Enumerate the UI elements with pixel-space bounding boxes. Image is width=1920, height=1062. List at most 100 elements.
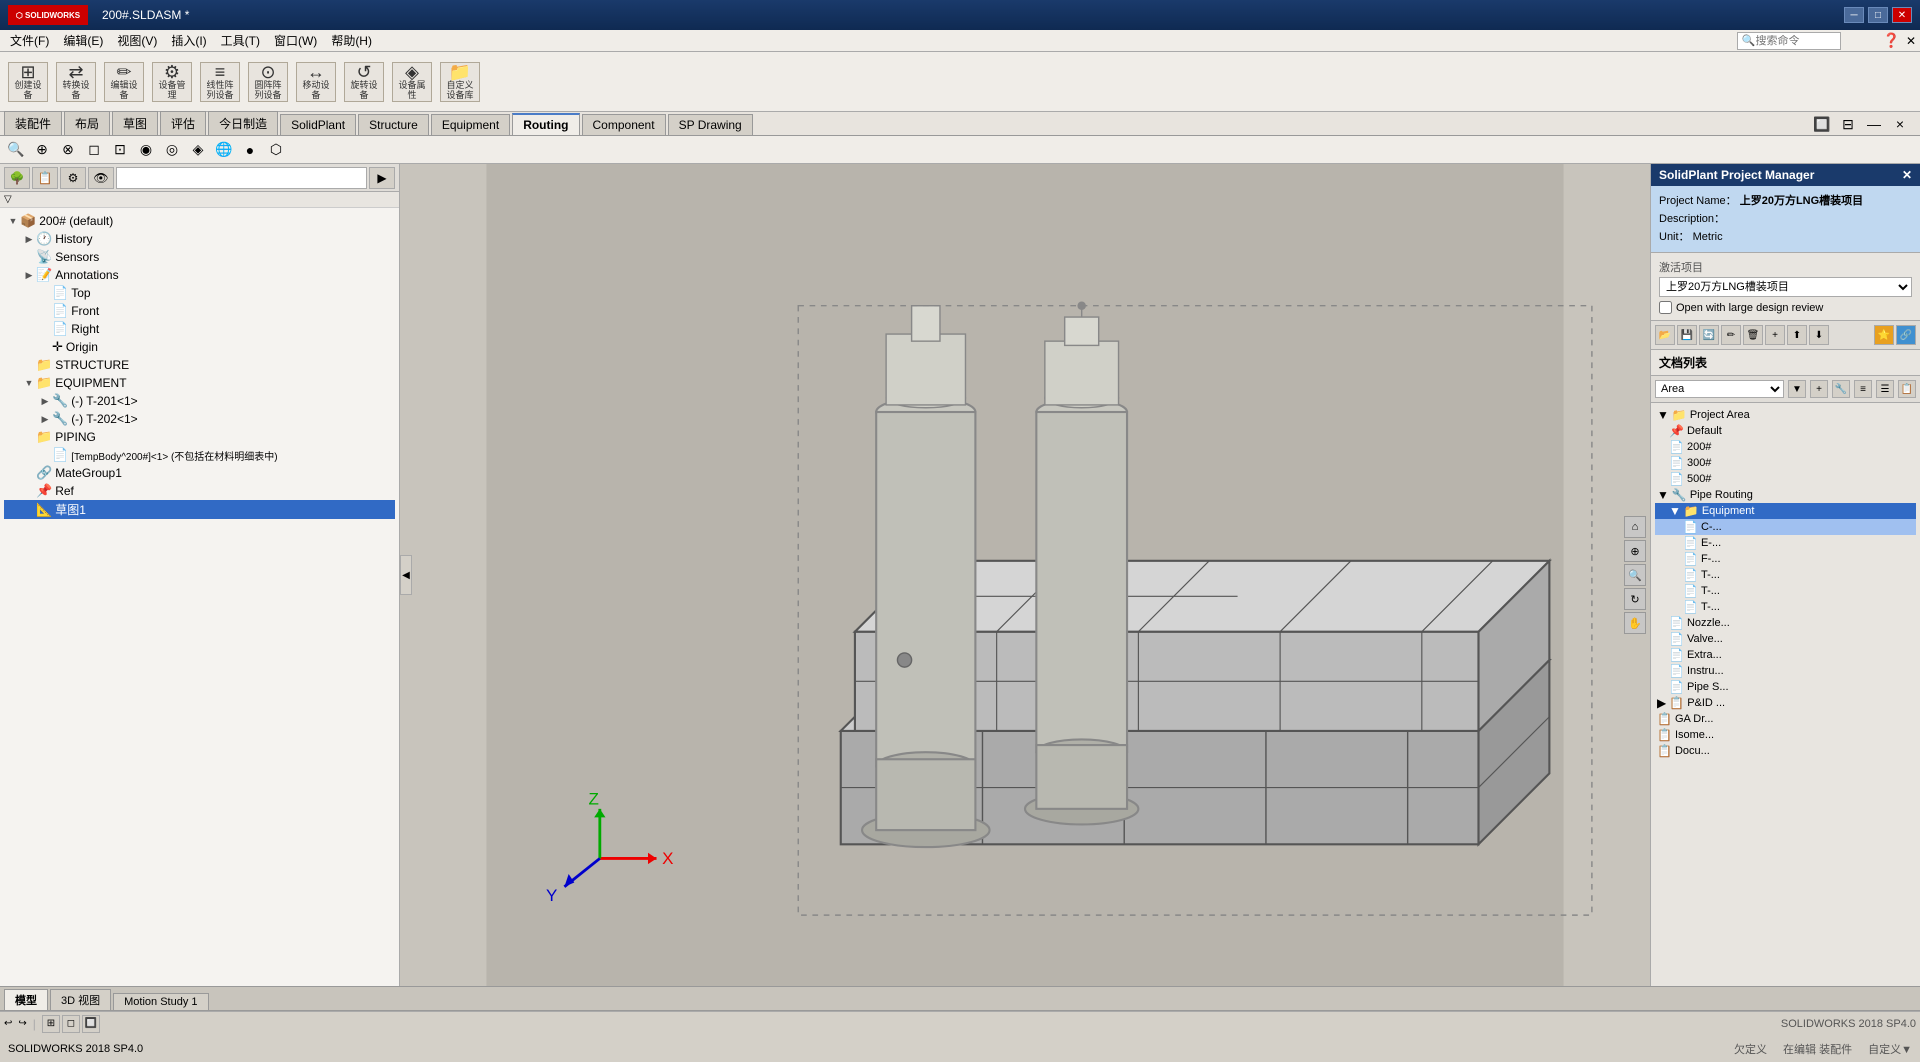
minimize-button[interactable]: ─ — [1844, 7, 1864, 23]
create-device-button[interactable]: ⊞ 创建设备 — [8, 62, 48, 102]
menu-insert[interactable]: 插入(I) — [165, 30, 212, 51]
tab-routing[interactable]: Routing — [512, 113, 579, 135]
doc-paid[interactable]: ▶ 📋 P&ID ... — [1655, 695, 1916, 711]
doc-filter-btn-5[interactable]: ☰ — [1876, 380, 1894, 398]
tab-sketch[interactable]: 草图 — [112, 111, 158, 135]
tree-equipment[interactable]: ▼ 📁 EQUIPMENT — [4, 374, 395, 392]
doc-filter-btn-6[interactable]: 📋 — [1898, 380, 1916, 398]
doc-equipment-node[interactable]: ▼ 📁 Equipment — [1655, 503, 1916, 519]
doc-nozzle[interactable]: 📄 Nozzle... — [1655, 615, 1916, 631]
doc-t-node1[interactable]: 📄 T-... — [1655, 567, 1916, 583]
viewport[interactable]: X Z Y ◀ ⌂ ⊕ 🔍 ↻ ✋ 插入组件 打开组件 — [400, 164, 1650, 986]
right-panel-close[interactable]: ✕ — [1902, 168, 1912, 182]
tree-top[interactable]: 📄 Top — [4, 284, 395, 302]
left-tab-properties[interactable]: 📋 — [32, 167, 58, 189]
rtb-btn-2[interactable]: 💾 — [1677, 325, 1697, 345]
tree-root[interactable]: ▼ 📦 200# (default) — [4, 212, 395, 230]
device-properties-button[interactable]: ◈ 设备属性 — [392, 62, 432, 102]
vp-zoom-btn[interactable]: 🔍 — [1624, 564, 1646, 586]
rtb-btn-5[interactable]: 🗑 — [1743, 325, 1763, 345]
view-btn-9[interactable]: 🌐 — [212, 139, 236, 161]
restore-button[interactable]: □ — [1868, 7, 1888, 23]
bottom-tab-3dview[interactable]: 3D 视图 — [50, 989, 111, 1010]
move-device-button[interactable]: ↔ 移动设备 — [296, 62, 336, 102]
doc-default[interactable]: 📌 Default — [1655, 423, 1916, 439]
tab-assembly[interactable]: 装配件 — [4, 111, 62, 135]
doc-project-area[interactable]: ▼ 📁 Project Area — [1655, 407, 1916, 423]
menu-edit[interactable]: 编辑(E) — [57, 30, 109, 51]
view-btn-11[interactable]: ⬡ — [264, 139, 288, 161]
doc-filter-btn-2[interactable]: + — [1810, 380, 1828, 398]
tree-history[interactable]: ▶ 🕐 History — [4, 230, 395, 248]
view-btn-8[interactable]: ◈ — [186, 139, 210, 161]
rtb-btn-9[interactable]: ⭐ — [1874, 325, 1894, 345]
menu-file[interactable]: 文件(F) — [4, 30, 55, 51]
doc-isome[interactable]: 📋 Isome... — [1655, 727, 1916, 743]
project-select[interactable]: 上罗20万方LNG槽装项目 — [1659, 277, 1912, 297]
rtb-btn-3[interactable]: 🔄 — [1699, 325, 1719, 345]
doc-filter-btn-1[interactable]: ▼ — [1788, 380, 1806, 398]
doc-extra[interactable]: 📄 Extra... — [1655, 647, 1916, 663]
doc-pipe-s[interactable]: 📄 Pipe S... — [1655, 679, 1916, 695]
tree-annotations[interactable]: ▶ 📝 Annotations — [4, 266, 395, 284]
rotate-device-button[interactable]: ↺ 旋转设备 — [344, 62, 384, 102]
status-customize[interactable]: 自定义▼ — [1868, 1041, 1912, 1057]
tree-piping[interactable]: 📁 PIPING — [4, 428, 395, 446]
viewport-icon-1[interactable]: 🔲 — [1810, 113, 1834, 135]
open-review-checkbox[interactable] — [1659, 301, 1672, 314]
tree-front[interactable]: 📄 Front — [4, 302, 395, 320]
view-btn-2[interactable]: ⊕ — [30, 139, 54, 161]
rtb-btn-7[interactable]: ⬆ — [1787, 325, 1807, 345]
tree-drawing[interactable]: 📐 草图1 — [4, 500, 395, 519]
btb-3[interactable]: 🔲 — [82, 1015, 100, 1033]
device-manager-button[interactable]: ⚙ 设备管理 — [152, 62, 192, 102]
rtb-btn-6[interactable]: + — [1765, 325, 1785, 345]
view-btn-6[interactable]: ◉ — [134, 139, 158, 161]
doc-c-node[interactable]: 📄 C-... — [1655, 519, 1916, 535]
left-expand-btn[interactable]: ▶ — [369, 167, 395, 189]
vp-rotate-btn[interactable]: ↻ — [1624, 588, 1646, 610]
tab-layout[interactable]: 布局 — [64, 111, 110, 135]
tree-t201[interactable]: ▶ 🔧 (-) T-201<1> — [4, 392, 395, 410]
doc-ga-dr[interactable]: 📋 GA Dr... — [1655, 711, 1916, 727]
doc-filter-btn-4[interactable]: ≡ — [1854, 380, 1872, 398]
doc-filter-btn-3[interactable]: 🔧 — [1832, 380, 1850, 398]
linear-array-button[interactable]: ≡ 线性阵列设备 — [200, 62, 240, 102]
view-btn-1[interactable]: 🔍 — [4, 139, 28, 161]
area-filter-select[interactable]: Area — [1655, 380, 1784, 398]
edit-device-button[interactable]: ✏ 编辑设备 — [104, 62, 144, 102]
menu-help[interactable]: 帮助(H) — [325, 30, 378, 51]
doc-pipe-routing[interactable]: ▼ 🔧 Pipe Routing — [1655, 487, 1916, 503]
tree-structure[interactable]: 📁 STRUCTURE — [4, 356, 395, 374]
tree-right[interactable]: 📄 Right — [4, 320, 395, 338]
view-btn-4[interactable]: ◻ — [82, 139, 106, 161]
btb-2[interactable]: ◻ — [62, 1015, 80, 1033]
viewport-icon-4[interactable]: × — [1888, 113, 1912, 135]
doc-t-node3[interactable]: 📄 T-... — [1655, 599, 1916, 615]
doc-f-node[interactable]: 📄 F-... — [1655, 551, 1916, 567]
doc-500[interactable]: 📄 500# — [1655, 471, 1916, 487]
tab-equipment[interactable]: Equipment — [431, 114, 510, 135]
rtb-btn-1[interactable]: 📂 — [1655, 325, 1675, 345]
btb-1[interactable]: ⊞ — [42, 1015, 60, 1033]
convert-device-button[interactable]: ⇄ 转换设备 — [56, 62, 96, 102]
bottom-tab-motion[interactable]: Motion Study 1 — [113, 993, 208, 1010]
rtb-btn-10[interactable]: 🔗 — [1896, 325, 1916, 345]
search-input[interactable] — [1756, 35, 1836, 47]
doc-instru[interactable]: 📄 Instru... — [1655, 663, 1916, 679]
view-btn-7[interactable]: ◎ — [160, 139, 184, 161]
tree-tempbody[interactable]: 📄 [TempBody^200#]<1> (不包括在材料明细表中) — [4, 446, 395, 464]
viewport-icon-2[interactable]: ⊟ — [1836, 113, 1860, 135]
close-button[interactable]: ✕ — [1892, 7, 1912, 23]
doc-docu[interactable]: 📋 Docu... — [1655, 743, 1916, 759]
viewport-collapse-button[interactable]: ◀ — [400, 555, 412, 595]
left-tab-featuretree[interactable]: 🌳 — [4, 167, 30, 189]
bottom-tab-model[interactable]: 模型 — [4, 989, 48, 1010]
vp-fit-btn[interactable]: ⊕ — [1624, 540, 1646, 562]
view-btn-10[interactable]: ● — [238, 139, 262, 161]
view-btn-5[interactable]: ⊡ — [108, 139, 132, 161]
tab-evaluate[interactable]: 评估 — [160, 111, 206, 135]
tab-structure[interactable]: Structure — [358, 114, 429, 135]
left-search-input[interactable] — [116, 167, 367, 189]
circular-array-button[interactable]: ⊙ 圆阵阵列设备 — [248, 62, 288, 102]
